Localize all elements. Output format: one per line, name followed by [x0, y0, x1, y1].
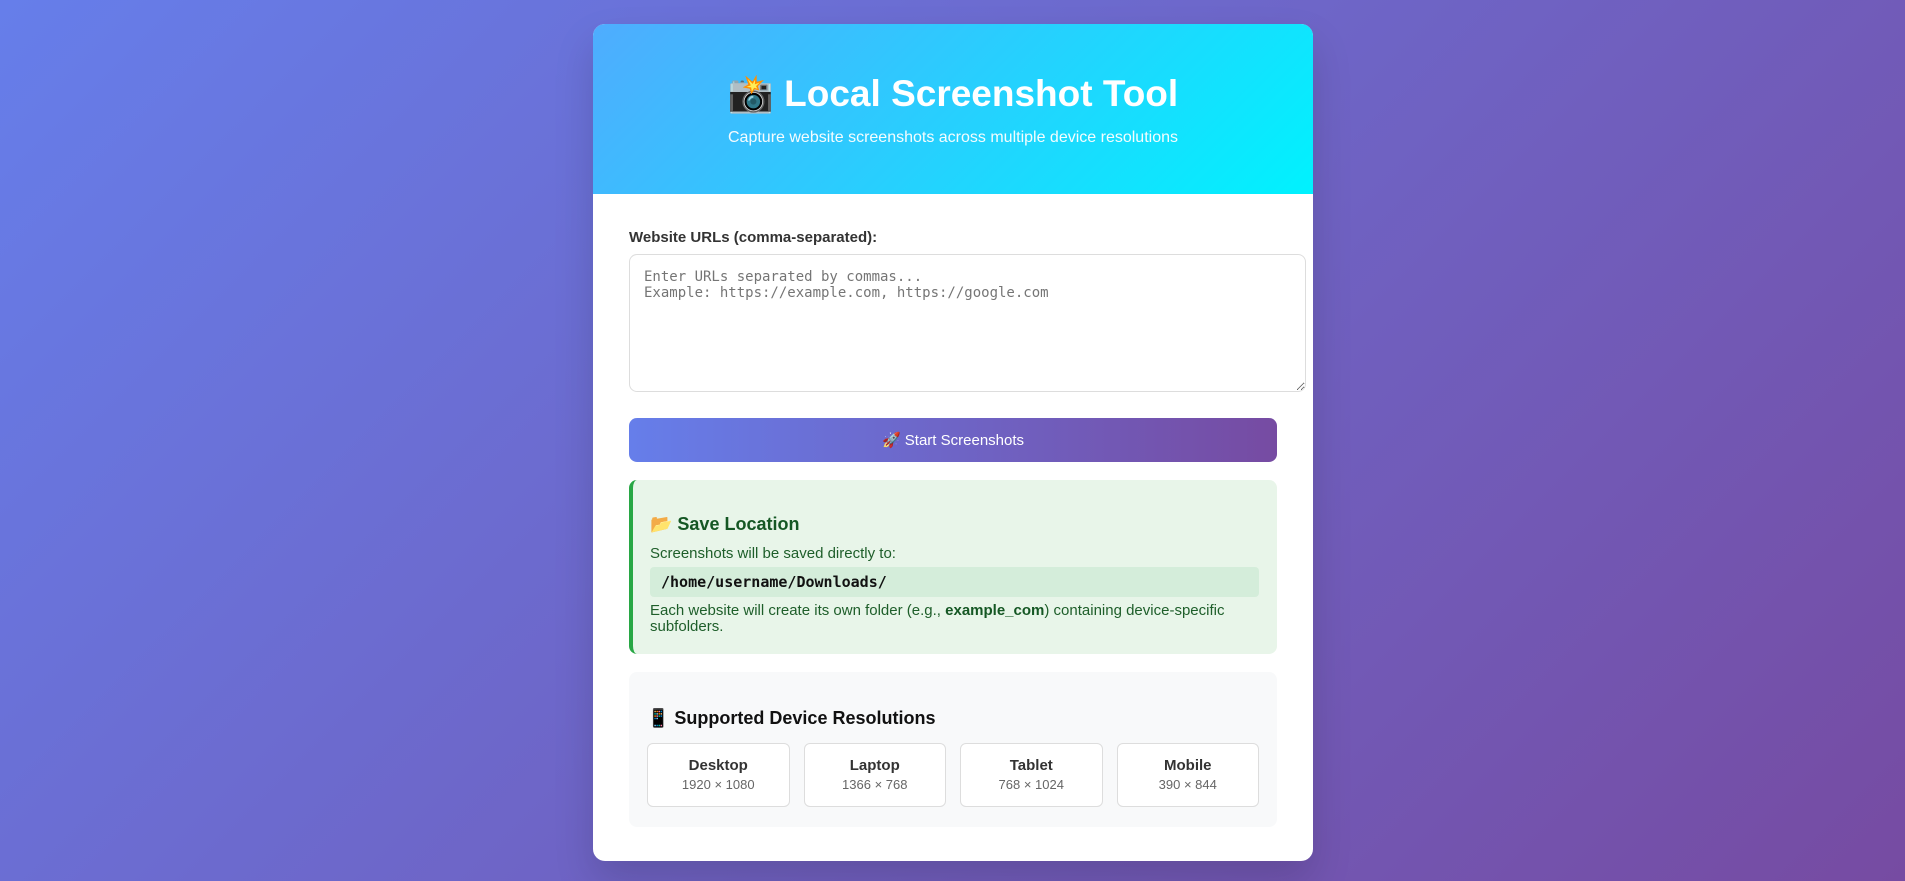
- device-resolution: 768 × 1024: [998, 777, 1064, 792]
- device-card-tablet: Tablet 768 × 1024: [960, 743, 1103, 807]
- screenshot-tool-card: 📸 Local Screenshot Tool Capture website …: [593, 24, 1313, 861]
- device-card-desktop: Desktop 1920 × 1080: [647, 743, 790, 807]
- device-resolutions-title: 📱 Supported Device Resolutions: [647, 708, 936, 728]
- note-before-text: Each website will create its own folder …: [650, 602, 946, 619]
- main-content: Website URLs (comma-separated): 🚀 Start …: [593, 194, 1313, 827]
- device-name: Tablet: [1009, 757, 1053, 774]
- device-resolution: 1366 × 768: [842, 777, 908, 792]
- save-location-intro: Screenshots will be saved directly to:: [650, 545, 896, 562]
- device-resolution: 1920 × 1080: [681, 777, 755, 792]
- device-name: Desktop: [688, 757, 748, 774]
- page-title: 📸 Local Screenshot Tool: [727, 73, 1179, 114]
- device-grid: Desktop 1920 × 1080 Laptop 1366 × 768 Ta…: [647, 743, 1259, 807]
- device-card-mobile: Mobile 390 × 844: [1116, 743, 1259, 807]
- start-screenshots-button[interactable]: 🚀 Start Screenshots: [629, 418, 1277, 462]
- save-path: /home/username/Downloads/: [650, 567, 1259, 597]
- page-subtitle: Capture website screenshots across multi…: [728, 129, 1178, 146]
- device-resolution: 390 × 844: [1158, 777, 1217, 792]
- save-location-title: 📂 Save Location: [650, 514, 800, 534]
- device-name: Laptop: [849, 757, 900, 774]
- urls-input[interactable]: [629, 254, 1306, 392]
- device-name: Mobile: [1164, 757, 1212, 774]
- device-resolutions-panel: 📱 Supported Device Resolutions Desktop 1…: [629, 672, 1277, 827]
- device-card-laptop: Laptop 1366 × 768: [803, 743, 946, 807]
- save-location-panel: 📂 Save Location Screenshots will be save…: [629, 480, 1277, 654]
- save-location-note: Each website will create its own folder …: [650, 603, 1259, 635]
- urls-label: Website URLs (comma-separated):: [629, 229, 878, 246]
- note-example-folder: example_com: [945, 602, 1045, 619]
- header: 📸 Local Screenshot Tool Capture website …: [593, 24, 1313, 194]
